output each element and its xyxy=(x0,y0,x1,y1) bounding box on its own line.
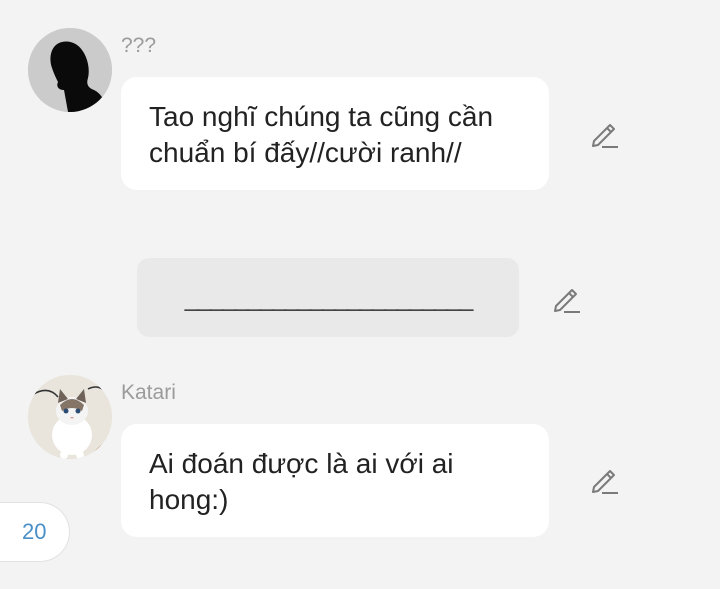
edit-button[interactable] xyxy=(550,282,584,316)
pencil-icon xyxy=(554,289,580,313)
avatar[interactable] xyxy=(28,375,112,459)
message-text-line: Tao nghĩ chúng ta cũng cần xyxy=(149,101,494,132)
pencil-icon xyxy=(592,124,618,148)
edit-button[interactable] xyxy=(588,117,622,151)
cat-avatar-icon xyxy=(28,375,112,459)
sender-name: Katari xyxy=(121,381,176,404)
page-number-badge[interactable]: 20 xyxy=(0,502,70,562)
message-text-line: hong:) xyxy=(149,484,229,515)
pencil-icon xyxy=(592,470,618,494)
message-bubble[interactable]: Ai đoán được là ai với ai hong:) xyxy=(121,424,549,537)
silhouette-avatar-icon xyxy=(28,28,112,112)
message-text-line: Ai đoán được là ai với ai xyxy=(149,448,454,479)
separator-bubble[interactable]: _______________________ xyxy=(137,258,519,337)
sender-name: ??? xyxy=(121,34,157,57)
message-text-line: chuẩn bí đấy//cười ranh// xyxy=(149,137,462,168)
edit-button[interactable] xyxy=(588,463,622,497)
avatar[interactable] xyxy=(28,28,112,112)
message-bubble[interactable]: Tao nghĩ chúng ta cũng cần chuẩn bí đấy/… xyxy=(121,77,549,190)
